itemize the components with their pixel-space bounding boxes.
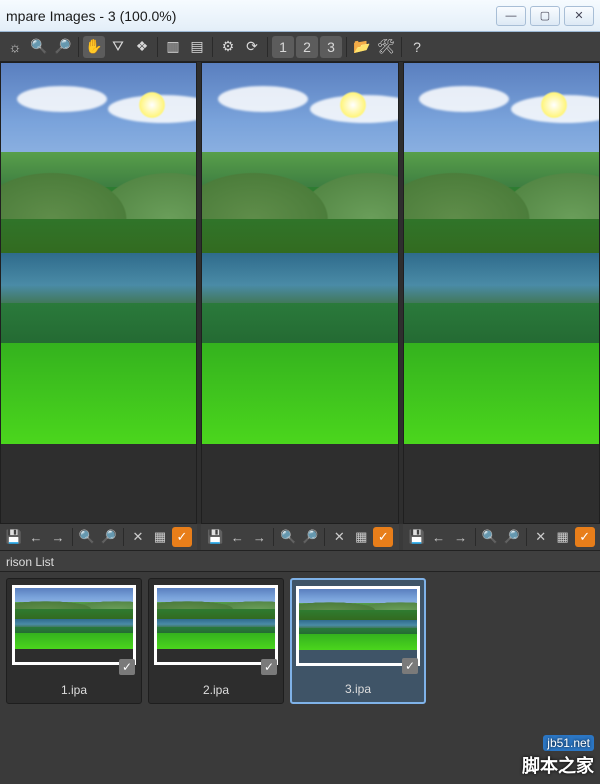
- check-icon[interactable]: ✓: [119, 659, 135, 675]
- check-icon[interactable]: ✓: [575, 527, 595, 547]
- panel-a-icon[interactable]: ▥: [162, 36, 184, 58]
- grid-icon[interactable]: ▦: [351, 527, 371, 547]
- image-pane-1[interactable]: [0, 62, 197, 524]
- save-icon[interactable]: 💾: [205, 527, 225, 547]
- zoom-out-icon[interactable]: 🔎: [300, 527, 320, 547]
- thumbnail[interactable]: ✓ 3.ipa: [290, 578, 426, 704]
- save-icon[interactable]: 💾: [407, 527, 427, 547]
- app-window: mpare Images - 3 (100.0%) — ▢ ✕ ☼🔍🔎✋⛛❖▥▤…: [0, 0, 600, 784]
- thumbnail-image: [12, 585, 136, 665]
- close-pane-icon[interactable]: ✕: [531, 527, 551, 547]
- pane-toolbar-2: 💾←→ 🔍🔎 ✕▦✓: [201, 524, 398, 550]
- thumbnail[interactable]: ✓ 2.ipa: [148, 578, 284, 704]
- open-icon[interactable]: 📂: [351, 36, 373, 58]
- pane-toolbar-3: 💾←→ 🔍🔎 ✕▦✓: [403, 524, 600, 550]
- zoom-out-icon[interactable]: 🔎: [99, 527, 119, 547]
- image-pane-3[interactable]: [403, 62, 600, 524]
- watermark-text: 脚本之家: [522, 756, 594, 776]
- next-icon[interactable]: →: [451, 527, 471, 547]
- close-button[interactable]: ✕: [564, 6, 594, 26]
- titlebar: mpare Images - 3 (100.0%) — ▢ ✕: [0, 0, 600, 32]
- histogram-icon[interactable]: ⛛: [107, 36, 129, 58]
- maximize-button[interactable]: ▢: [530, 6, 560, 26]
- settings-icon[interactable]: 🛠: [375, 36, 397, 58]
- thumbnail-image: [296, 586, 420, 666]
- zoom-out-icon[interactable]: 🔎: [52, 36, 74, 58]
- image-pane-2[interactable]: [201, 62, 398, 524]
- compare-panes: [0, 62, 600, 524]
- watermark-url: jb51.net: [543, 735, 594, 751]
- close-pane-icon[interactable]: ✕: [329, 527, 349, 547]
- comparison-list-header: rison List: [0, 550, 600, 572]
- layout-1-icon[interactable]: 1: [272, 36, 294, 58]
- minimize-button[interactable]: —: [496, 6, 526, 26]
- filter-icon[interactable]: ❖: [131, 36, 153, 58]
- thumbnail-label: 2.ipa: [203, 683, 229, 697]
- check-icon[interactable]: ✓: [261, 659, 277, 675]
- gear-icon[interactable]: ⚙: [217, 36, 239, 58]
- tool-a[interactable]: ☼: [4, 36, 26, 58]
- prev-icon[interactable]: ←: [429, 527, 449, 547]
- pane-toolbar-1: 💾←→ 🔍🔎 ✕▦✓: [0, 524, 197, 550]
- panel-b-icon[interactable]: ▤: [186, 36, 208, 58]
- pane-toolbars: 💾←→🔍🔎✕▦✓ 💾←→🔍🔎✕▦✓ 💾←→🔍🔎✕▦✓: [0, 524, 600, 550]
- zoom-in-icon[interactable]: 🔍: [28, 36, 50, 58]
- thumbnail[interactable]: ✓ 1.ipa: [6, 578, 142, 704]
- check-icon[interactable]: ✓: [373, 527, 393, 547]
- check-icon[interactable]: ✓: [402, 658, 418, 674]
- close-pane-icon[interactable]: ✕: [128, 527, 148, 547]
- thumbnail-label: 1.ipa: [61, 683, 87, 697]
- thumbnail-image: [154, 585, 278, 665]
- hand-tool-icon[interactable]: ✋: [83, 36, 105, 58]
- prev-icon[interactable]: ←: [26, 527, 46, 547]
- next-icon[interactable]: →: [249, 527, 269, 547]
- watermark: jb51.net 脚本之家: [522, 734, 594, 778]
- grid-icon[interactable]: ▦: [150, 527, 170, 547]
- next-icon[interactable]: →: [48, 527, 68, 547]
- grid-icon[interactable]: ▦: [553, 527, 573, 547]
- layout-2-icon[interactable]: 2: [296, 36, 318, 58]
- thumbnail-row: ✓ 1.ipa ✓ 2.ipa ✓ 3.ipa: [0, 572, 600, 722]
- window-title: mpare Images - 3 (100.0%): [6, 8, 496, 24]
- zoom-in-icon[interactable]: 🔍: [77, 527, 97, 547]
- save-icon[interactable]: 💾: [4, 527, 24, 547]
- layout-3-icon[interactable]: 3: [320, 36, 342, 58]
- window-controls: — ▢ ✕: [496, 6, 594, 26]
- thumbnail-label: 3.ipa: [345, 682, 371, 696]
- check-icon[interactable]: ✓: [172, 527, 192, 547]
- prev-icon[interactable]: ←: [227, 527, 247, 547]
- zoom-out-icon[interactable]: 🔎: [502, 527, 522, 547]
- main-toolbar: ☼🔍🔎 ✋⛛❖ ▥▤ ⚙⟳ 123 📂🛠?: [0, 32, 600, 62]
- zoom-in-icon[interactable]: 🔍: [278, 527, 298, 547]
- zoom-in-icon[interactable]: 🔍: [480, 527, 500, 547]
- help-icon[interactable]: ?: [406, 36, 428, 58]
- refresh-icon[interactable]: ⟳: [241, 36, 263, 58]
